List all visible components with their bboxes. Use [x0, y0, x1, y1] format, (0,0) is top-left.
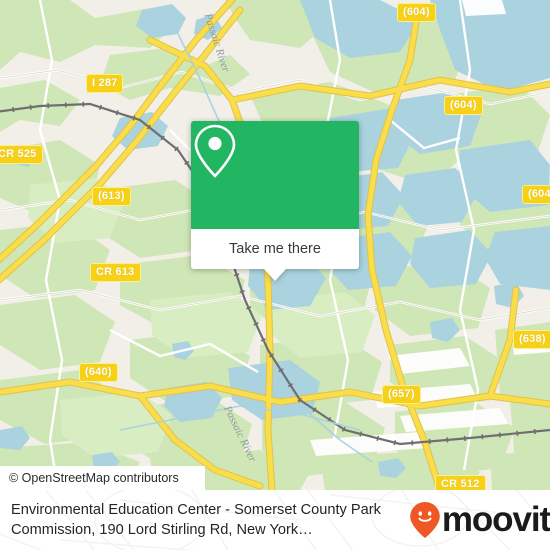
popup-tail — [264, 269, 286, 281]
road-shield[interactable]: CR 525 — [0, 145, 43, 164]
popup-image-area — [191, 121, 359, 229]
moovit-logo: moovit — [409, 501, 550, 539]
caption-place-text: Environmental Education Center - Somerse… — [11, 502, 381, 538]
road-shield[interactable]: CR 613 — [90, 263, 141, 282]
osm-attribution[interactable]: © OpenStreetMap contributors — [0, 466, 205, 490]
popup-cta[interactable]: Take me there — [191, 229, 359, 269]
road-shield[interactable]: (613) — [92, 187, 131, 206]
moovit-wordmark: moovit — [441, 500, 550, 539]
osm-attribution-text: © OpenStreetMap contributors — [9, 471, 179, 485]
map-canvas[interactable]: I 287 (604) (604) (604) CR 525 (613) CR … — [0, 0, 550, 490]
road-shield[interactable]: (638) — [513, 330, 550, 349]
caption-bar: Environmental Education Center - Somerse… — [0, 490, 550, 550]
road-shield[interactable]: (640) — [79, 363, 118, 382]
road-shield[interactable]: (657) — [382, 385, 421, 404]
road-shield[interactable]: (604) — [444, 96, 483, 115]
road-shield[interactable]: (604) — [522, 185, 550, 204]
moovit-smiley-pin-icon — [410, 502, 440, 538]
road-shield[interactable]: I 287 — [86, 74, 124, 93]
map-pin-icon — [194, 124, 236, 178]
map-popup-card[interactable]: Take me there — [191, 121, 359, 281]
road-shield[interactable]: (604) — [397, 3, 436, 22]
map-screenshot: I 287 (604) (604) (604) CR 525 (613) CR … — [0, 0, 550, 550]
popup-cta-label: Take me there — [229, 241, 321, 257]
road-shield[interactable]: CR 512 — [435, 475, 486, 490]
